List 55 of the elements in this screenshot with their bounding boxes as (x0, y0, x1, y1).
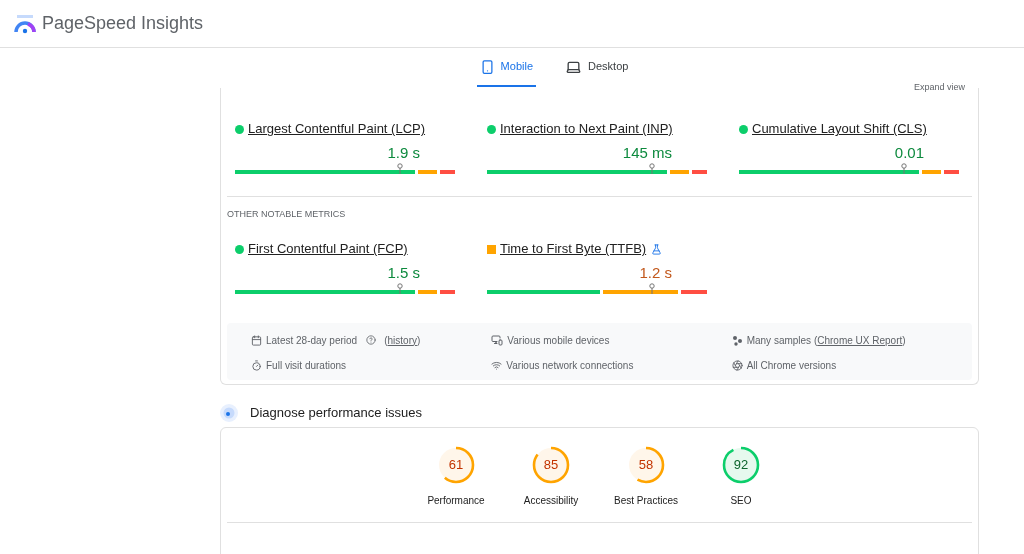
bar-segment (921, 170, 942, 174)
metric-value: 1.2 s (639, 264, 672, 282)
marker-pin (397, 283, 403, 294)
logo-icon (14, 13, 36, 34)
metric-link[interactable]: Largest Contentful Paint (LCP) (248, 119, 426, 139)
device-tab[interactable]: Desktop (562, 48, 632, 87)
bar-segment (692, 170, 707, 174)
metric-link[interactable]: Interaction to Next Paint (INP) (500, 119, 673, 139)
help-icon[interactable] (366, 335, 377, 345)
marker-pin (649, 163, 655, 174)
bar-segment (440, 170, 455, 174)
timer-icon (251, 360, 262, 371)
app-title: PageSpeed Insights (42, 12, 204, 35)
bar-segment (681, 290, 707, 294)
history-link[interactable]: (history) (384, 332, 421, 348)
score-label: SEO (730, 494, 752, 508)
aperture-icon (731, 360, 743, 371)
bar-segment (944, 170, 959, 174)
score-label: Best Practices (614, 494, 678, 508)
info-text: Various network connections (506, 359, 634, 373)
info-text: Many samples (Chrome UX Report) (746, 333, 906, 348)
metric-link[interactable]: Cumulative Layout Shift (CLS) (752, 119, 927, 139)
metric-link[interactable]: Time to First Byte (TTFB) (500, 239, 647, 259)
info-text: Latest 28-day period (266, 333, 358, 348)
calendar-icon (251, 334, 262, 346)
score-value: 85 (542, 456, 560, 475)
score-value: 58 (637, 456, 655, 475)
expand-view-link[interactable]: Expand view (913, 82, 965, 92)
phone-icon (479, 58, 495, 75)
metric-value: 1.5 s (387, 264, 420, 282)
metric-value: 145 ms (622, 144, 672, 162)
dots-icon (731, 334, 743, 346)
info-text: Full visit durations (266, 359, 347, 373)
info-text: All Chrome versions (746, 359, 837, 373)
section-heading: OTHER NOTABLE METRICS (227, 209, 346, 219)
bar-segment (440, 290, 455, 294)
score-label: Accessibility (523, 494, 579, 508)
bar-segment (417, 290, 438, 294)
status-square (487, 244, 496, 254)
metric-value: 1.9 s (387, 144, 420, 162)
section-title: Diagnose performance issues (250, 404, 422, 423)
diagnose-icon (220, 404, 238, 422)
info-text: Various mobile devices (507, 333, 610, 348)
score-value: 92 (732, 456, 750, 475)
devices-icon (491, 334, 504, 346)
metric-link[interactable]: First Contentful Paint (FCP) (248, 239, 408, 259)
bar-segment (417, 170, 438, 174)
score-label: Performance (427, 494, 485, 508)
marker-pin (397, 163, 403, 174)
marker-pin (901, 163, 907, 174)
score-value: 61 (447, 456, 465, 475)
metric-value: 0.01 (894, 144, 924, 162)
bar-segment (669, 170, 690, 174)
marker-pin (649, 283, 655, 294)
wifi-icon (491, 360, 503, 371)
